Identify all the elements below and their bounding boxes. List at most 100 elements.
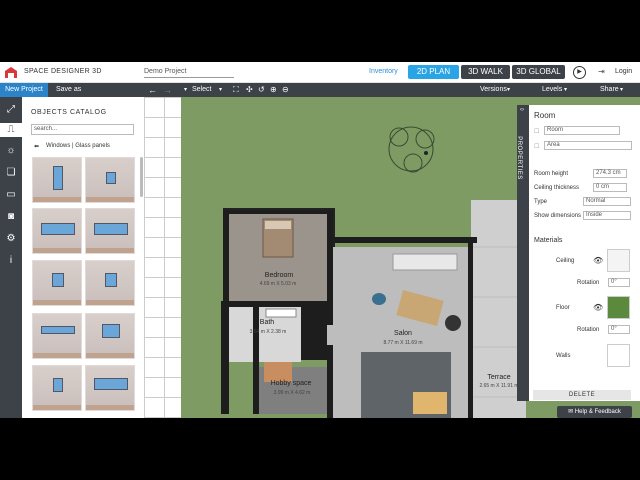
catalog-category: Windows | Glass panels: [46, 143, 110, 149]
fit-screen-icon[interactable]: ⛶: [233, 83, 239, 97]
catalog-item[interactable]: [32, 365, 82, 411]
room-label-hobby[interactable]: Hobby space: [266, 380, 316, 387]
floor-rotation-input[interactable]: 0°: [608, 325, 630, 334]
rotate-left-icon[interactable]: ↺: [258, 83, 265, 97]
room-label-terrace[interactable]: Terrace: [479, 374, 519, 381]
catalog-item[interactable]: [32, 260, 82, 306]
redo-icon[interactable]: →: [163, 83, 172, 97]
camera-icon[interactable]: ◙: [4, 210, 18, 224]
properties-heading: Room: [534, 111, 556, 120]
catalog-item[interactable]: [85, 208, 135, 254]
pages-icon[interactable]: ❏: [4, 166, 18, 180]
floor-label: Floor: [556, 305, 570, 311]
catalog-item[interactable]: [85, 313, 135, 359]
room-dims-bedroom: 4.69 m X 5.03 m: [259, 281, 297, 287]
zoom-in-icon[interactable]: ⊕: [270, 83, 277, 97]
plant: [445, 315, 461, 331]
room-height-input[interactable]: 274.3 cm: [593, 169, 627, 178]
catalog-item[interactable]: [32, 313, 82, 359]
help-icon: ✉: [568, 409, 575, 415]
login-link[interactable]: Login: [615, 68, 632, 75]
ceiling-rotation-input[interactable]: 0°: [608, 278, 630, 287]
room-label-salon[interactable]: Salon: [388, 330, 418, 337]
catalog-item[interactable]: [32, 157, 82, 203]
dining-table: [413, 392, 447, 414]
name-checkbox-icon[interactable]: ☐: [534, 128, 539, 135]
catalog-item[interactable]: [85, 157, 135, 203]
center-view-icon[interactable]: ✣: [246, 83, 253, 97]
type-select[interactable]: Normal: [583, 197, 631, 206]
room-dims-terrace: 2.65 m X 11.91 m: [479, 383, 519, 389]
catalog-item[interactable]: [32, 208, 82, 254]
share-menu[interactable]: Share: [600, 83, 619, 97]
show-dimensions-select[interactable]: Inside: [583, 211, 631, 220]
materials-heading: Materials: [534, 237, 563, 244]
properties-tab[interactable]: ‹› PROPERTIES: [515, 105, 529, 401]
ceiling-thickness-label: Ceiling thickness: [534, 185, 580, 191]
draw-wall-icon[interactable]: ⤢: [4, 103, 18, 117]
delete-button[interactable]: DELETE: [533, 390, 631, 400]
app-window: SPACE DESIGNER 3D Demo Project Inventory…: [0, 62, 640, 418]
top-bar: SPACE DESIGNER 3D Demo Project Inventory…: [0, 62, 640, 83]
view-2d-plan-button[interactable]: 2D PLAN: [408, 65, 459, 79]
room-dims-bath: 3.64 m X 2.38 m: [249, 329, 287, 335]
play-icon[interactable]: ▶: [573, 66, 586, 79]
toolbar: New Project Save as ← → ▾ Select ▾ ⛶ ✣ ↺…: [0, 83, 640, 97]
ceiling-visible-eye-icon[interactable]: 👁: [593, 256, 603, 265]
room-dims-salon: 8.77 m X 11.69 m: [383, 340, 423, 346]
versions-menu[interactable]: Versions: [480, 83, 507, 97]
levels-menu[interactable]: Levels: [542, 83, 562, 97]
view-3d-walk-button[interactable]: 3D WALK: [461, 65, 510, 79]
select-dropdown-icon[interactable]: ▾: [219, 83, 222, 97]
room-label-bath[interactable]: Bath: [252, 319, 282, 326]
catalog-scrollbar[interactable]: [140, 157, 143, 197]
floor-rotation-label: Rotation: [577, 327, 600, 333]
left-tool-bar: ⤢ ⎍ ☼ ❏ ▭ ◙ ⚙ i: [0, 97, 22, 418]
catalog-item[interactable]: [85, 260, 135, 306]
lighting-icon[interactable]: ☼: [4, 144, 18, 158]
canvas-grid[interactable]: [144, 97, 184, 418]
walls-label: Walls: [556, 353, 571, 359]
armchair: [372, 293, 386, 305]
walls-material-swatch[interactable]: [607, 344, 630, 367]
save-as-button[interactable]: Save as: [56, 83, 81, 97]
properties-tab-label: PROPERTIES: [515, 136, 522, 180]
ceiling-rotation-label: Rotation: [577, 280, 600, 286]
new-project-button[interactable]: New Project: [0, 83, 48, 97]
brand-name: SPACE DESIGNER 3D: [24, 68, 102, 75]
inventory-link[interactable]: Inventory: [369, 68, 398, 75]
room-name-input[interactable]: Room: [544, 126, 620, 135]
floor-material-swatch[interactable]: [607, 296, 630, 319]
project-name-input[interactable]: Demo Project: [144, 66, 234, 78]
room-label-bedroom[interactable]: Bedroom: [259, 272, 299, 279]
ceiling-thickness-input[interactable]: 0 cm: [593, 183, 627, 192]
area-input[interactable]: Area: [544, 141, 632, 150]
catalog-title: OBJECTS CATALOG: [31, 109, 107, 116]
tree-icon: [388, 126, 435, 173]
app-logo-icon: [5, 67, 17, 78]
back-arrow-icon[interactable]: ⬅: [34, 143, 39, 150]
select-chevron-icon: ▾: [184, 87, 188, 93]
ceiling-material-swatch[interactable]: [607, 249, 630, 272]
zoom-out-icon[interactable]: ⊖: [282, 83, 289, 97]
view-3d-global-button[interactable]: 3D GLOBAL: [512, 65, 565, 79]
info-icon[interactable]: i: [4, 254, 18, 268]
login-icon[interactable]: ⇥: [598, 67, 605, 76]
collapse-icon[interactable]: ‹›: [520, 107, 524, 113]
select-tool-button[interactable]: Select: [192, 83, 211, 97]
catalog-item[interactable]: [85, 365, 135, 411]
ceiling-label: Ceiling: [556, 258, 575, 264]
help-feedback-button[interactable]: ✉ Help & Feedback: [557, 406, 632, 418]
sofa: [392, 253, 458, 271]
floor-icon[interactable]: ▭: [4, 188, 18, 202]
floor-visible-eye-icon[interactable]: 👁: [593, 303, 603, 312]
share-chevron-icon: ▾: [620, 87, 624, 93]
objects-catalog: OBJECTS CATALOG search... ⬅ Windows | Gl…: [22, 97, 144, 418]
furniture-icon[interactable]: ⎍: [0, 123, 22, 137]
catalog-search-input[interactable]: search...: [31, 124, 134, 135]
undo-icon[interactable]: ←: [148, 83, 157, 97]
settings-icon[interactable]: ⚙: [4, 232, 18, 246]
area-checkbox-icon[interactable]: ☐: [534, 143, 539, 150]
type-label: Type: [534, 199, 548, 205]
room-dims-hobby: 3.99 m X 4.62 m: [273, 390, 311, 396]
